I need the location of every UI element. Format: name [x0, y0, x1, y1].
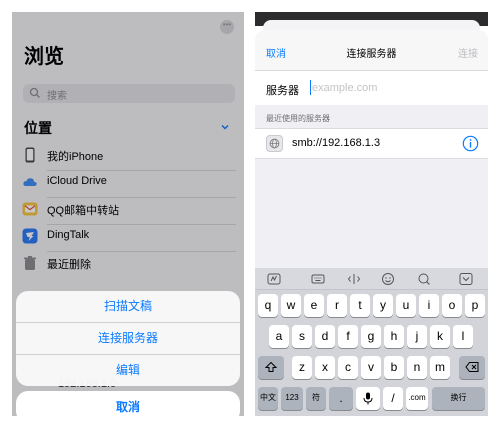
keyboard-icon[interactable]: [311, 272, 325, 286]
key-f[interactable]: f: [338, 325, 358, 348]
key-x[interactable]: x: [315, 356, 335, 379]
cancel-sheet-button[interactable]: 取消: [16, 391, 240, 416]
keyboard: q w e r t y u i o p a s d f g h j k l z …: [255, 268, 488, 416]
numbers-key[interactable]: 123: [281, 387, 303, 410]
key-g[interactable]: g: [361, 325, 381, 348]
key-c[interactable]: c: [338, 356, 358, 379]
nav-connect-button[interactable]: 连接: [458, 45, 478, 60]
key-l[interactable]: l: [453, 325, 473, 348]
emoji-icon[interactable]: [381, 272, 395, 286]
key-m[interactable]: m: [430, 356, 450, 379]
key-v[interactable]: v: [361, 356, 381, 379]
server-field-row: 服务器: [255, 71, 488, 105]
key-j[interactable]: j: [407, 325, 427, 348]
key-b[interactable]: b: [384, 356, 404, 379]
key-k[interactable]: k: [430, 325, 450, 348]
connect-server-screen: 取消 连接服务器 连接 服务器 最近使用的服务器 smb://192.168.1…: [255, 12, 488, 416]
screenshot-root: ••• 浏览 搜索 位置 我的iPhone iCloud Drive QQ邮箱中…: [0, 0, 499, 428]
navigation-bar: 取消 连接服务器 连接: [255, 30, 488, 70]
chinese-input-key[interactable]: 中文: [258, 387, 278, 410]
server-address-input[interactable]: [312, 81, 472, 95]
key-i[interactable]: i: [419, 294, 439, 317]
handwriting-icon[interactable]: [267, 272, 281, 286]
server-icon: [266, 135, 283, 152]
recent-servers-header: 最近使用的服务器: [266, 114, 330, 123]
text-cursor: [310, 80, 311, 95]
key-r[interactable]: r: [327, 294, 347, 317]
action-sheet: 扫描文稿 连接服务器 编辑: [16, 291, 240, 386]
info-icon[interactable]: [462, 135, 479, 152]
shift-key[interactable]: [258, 356, 284, 379]
key-a[interactable]: a: [269, 325, 289, 348]
key-h[interactable]: h: [384, 325, 404, 348]
key-u[interactable]: u: [396, 294, 416, 317]
connect-server-button[interactable]: 连接服务器: [16, 323, 240, 354]
dismiss-keyboard-icon[interactable]: [459, 272, 473, 286]
symbols-key[interactable]: 符: [306, 387, 326, 410]
dotcom-key[interactable]: .com: [406, 387, 428, 410]
files-browse-screen: ••• 浏览 搜索 位置 我的iPhone iCloud Drive QQ邮箱中…: [12, 12, 244, 416]
period-key[interactable]: .: [329, 387, 353, 410]
scan-documents-button[interactable]: 扫描文稿: [16, 291, 240, 322]
keyboard-toolbar: [255, 268, 488, 290]
card-edge: [263, 20, 480, 30]
search-icon[interactable]: [417, 272, 431, 286]
key-t[interactable]: t: [350, 294, 370, 317]
key-p[interactable]: p: [465, 294, 485, 317]
key-n[interactable]: n: [407, 356, 427, 379]
backspace-icon: [465, 362, 479, 372]
dictation-key[interactable]: [356, 387, 380, 410]
key-e[interactable]: e: [304, 294, 324, 317]
key-y[interactable]: y: [373, 294, 393, 317]
microphone-icon: [363, 392, 373, 405]
key-o[interactable]: o: [442, 294, 462, 317]
edit-button[interactable]: 编辑: [16, 355, 240, 386]
recent-server-address: smb://192.168.1.3: [292, 137, 381, 149]
return-key[interactable]: 换行: [432, 387, 485, 410]
recent-server-row[interactable]: smb://192.168.1.3: [255, 128, 488, 159]
key-z[interactable]: z: [292, 356, 312, 379]
nav-title: 连接服务器: [346, 49, 397, 60]
key-q[interactable]: q: [258, 294, 278, 317]
period-label: .: [339, 391, 343, 405]
key-d[interactable]: d: [315, 325, 335, 348]
delete-key[interactable]: [459, 356, 485, 379]
slash-key[interactable]: /: [383, 387, 403, 410]
key-s[interactable]: s: [292, 325, 312, 348]
key-w[interactable]: w: [281, 294, 301, 317]
cursor-move-icon[interactable]: [347, 272, 361, 286]
server-label: 服务器: [266, 85, 299, 97]
shift-icon: [264, 361, 278, 372]
